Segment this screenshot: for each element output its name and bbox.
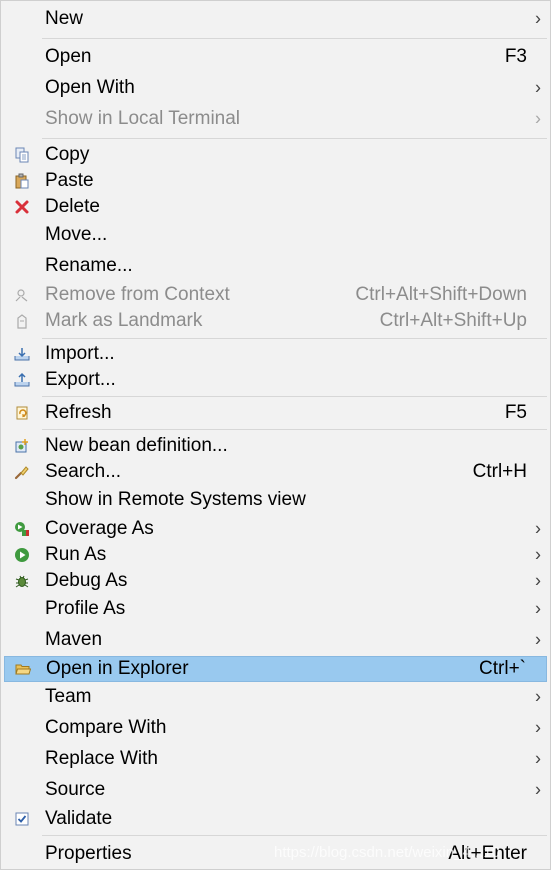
menu-item-remove-from-context[interactable]: Remove from Context Ctrl+Alt+Shift+Down — [4, 282, 547, 308]
delete-icon — [14, 199, 30, 215]
menu-item-move[interactable]: Move... — [4, 222, 547, 248]
landmark-icon — [14, 313, 30, 329]
menu-item-source[interactable]: Source › — [4, 777, 547, 803]
menu-item-new[interactable]: New › — [4, 6, 547, 32]
chevron-right-icon: › — [535, 686, 541, 707]
menu-item-label: Copy — [45, 144, 90, 165]
chevron-right-icon: › — [535, 518, 541, 539]
menu-item-open[interactable]: Open F3 — [4, 44, 547, 70]
menu-item-open-in-explorer[interactable]: Open in Explorer Ctrl+` — [4, 656, 547, 682]
chevron-right-icon: › — [535, 717, 541, 738]
menu-item-label: Search... — [45, 461, 122, 482]
separator — [42, 338, 547, 339]
menu-item-label: Import... — [45, 343, 115, 364]
separator — [42, 396, 547, 397]
menu-item-label: New bean definition... — [45, 435, 228, 456]
menu-item-copy[interactable]: Copy — [4, 142, 547, 168]
chevron-right-icon: › — [535, 598, 541, 619]
menu-item-paste[interactable]: Paste — [4, 168, 547, 194]
menu-item-label: Replace With — [45, 748, 158, 769]
export-icon — [14, 372, 30, 388]
menu-item-properties[interactable]: Properties Alt+Enter — [4, 841, 547, 867]
menu-item-label: Mark as Landmark — [45, 310, 203, 331]
menu-item-label: Profile As — [45, 598, 126, 619]
bean-icon — [14, 438, 30, 454]
chevron-right-icon: › — [535, 8, 541, 29]
import-icon — [14, 346, 30, 362]
menu-item-refresh[interactable]: Refresh F5 — [4, 400, 547, 426]
menu-item-label: New — [45, 8, 84, 29]
menu-item-mark-as-landmark[interactable]: Mark as Landmark Ctrl+Alt+Shift+Up — [4, 308, 547, 334]
shortcut-label: Alt+Enter — [448, 843, 527, 864]
context-menu: New › Open F3 Open With › Show in Local … — [0, 0, 551, 870]
chevron-right-icon: › — [535, 779, 541, 800]
chevron-right-icon: › — [535, 77, 541, 98]
menu-item-label: Validate — [45, 808, 113, 829]
separator — [42, 835, 547, 836]
menu-item-label: Delete — [45, 196, 100, 217]
menu-item-label: Open in Explorer — [46, 658, 189, 679]
shortcut-label: Ctrl+` — [479, 658, 526, 679]
menu-item-export[interactable]: Export... — [4, 367, 547, 393]
menu-item-label: Remove from Context — [45, 284, 230, 305]
refresh-icon — [14, 405, 30, 421]
coverage-icon — [14, 521, 30, 537]
shortcut-label: F3 — [504, 46, 527, 67]
shortcut-label: Ctrl+Alt+Shift+Up — [379, 310, 527, 331]
menu-item-label: Source — [45, 779, 106, 800]
shortcut-label: Ctrl+Alt+Shift+Down — [355, 284, 527, 305]
menu-item-run-as[interactable]: Run As › — [4, 542, 547, 568]
paste-icon — [14, 173, 30, 189]
menu-item-rename[interactable]: Rename... — [4, 253, 547, 279]
checkbox-icon — [14, 811, 30, 827]
shortcut-label: Ctrl+H — [472, 461, 527, 482]
menu-item-new-bean-definition[interactable]: New bean definition... — [4, 433, 547, 459]
menu-item-replace-with[interactable]: Replace With › — [4, 746, 547, 772]
menu-item-label: Open — [45, 46, 92, 67]
menu-item-label: Export... — [45, 369, 116, 390]
menu-item-label: Maven — [45, 629, 103, 650]
menu-item-label: Show in Remote Systems view — [45, 489, 306, 510]
shortcut-label: F5 — [504, 402, 527, 423]
menu-item-label: Debug As — [45, 570, 128, 591]
menu-item-debug-as[interactable]: Debug As › — [4, 568, 547, 594]
menu-item-label: Paste — [45, 170, 94, 191]
menu-item-label: Open With — [45, 77, 135, 98]
menu-item-maven[interactable]: Maven › — [4, 627, 547, 653]
chevron-right-icon: › — [535, 570, 541, 591]
menu-item-label: Properties — [45, 843, 132, 864]
menu-item-team[interactable]: Team › — [4, 684, 547, 710]
menu-item-label: Coverage As — [45, 518, 154, 539]
menu-item-label: Rename... — [45, 255, 133, 276]
search-icon — [14, 464, 30, 480]
menu-item-compare-with[interactable]: Compare With › — [4, 715, 547, 741]
menu-item-label: Team — [45, 686, 92, 707]
menu-item-import[interactable]: Import... — [4, 341, 547, 367]
menu-item-profile-as[interactable]: Profile As › — [4, 596, 547, 622]
chevron-right-icon: › — [535, 748, 541, 769]
debug-icon — [14, 573, 30, 589]
menu-item-delete[interactable]: Delete — [4, 194, 547, 220]
menu-item-label: Show in Local Terminal — [45, 108, 241, 129]
chevron-right-icon: › — [535, 544, 541, 565]
separator — [42, 138, 547, 139]
run-icon — [14, 547, 30, 563]
remove-context-icon — [14, 287, 30, 303]
separator — [42, 38, 547, 39]
chevron-right-icon: › — [535, 108, 541, 129]
menu-item-coverage-as[interactable]: Coverage As › — [4, 516, 547, 542]
menu-item-validate[interactable]: Validate — [4, 806, 547, 832]
menu-item-open-with[interactable]: Open With › — [4, 75, 547, 101]
menu-item-label: Compare With — [45, 717, 167, 738]
menu-item-label: Run As — [45, 544, 107, 565]
separator — [42, 429, 547, 430]
chevron-right-icon: › — [535, 629, 541, 650]
menu-item-label: Move... — [45, 224, 108, 245]
menu-item-show-in-remote-systems-view[interactable]: Show in Remote Systems view — [4, 487, 547, 513]
menu-item-show-in-local-terminal[interactable]: Show in Local Terminal › — [4, 106, 547, 132]
menu-item-search[interactable]: Search... Ctrl+H — [4, 459, 547, 485]
menu-item-label: Refresh — [45, 402, 112, 423]
copy-icon — [14, 147, 30, 163]
folder-icon — [15, 661, 31, 677]
